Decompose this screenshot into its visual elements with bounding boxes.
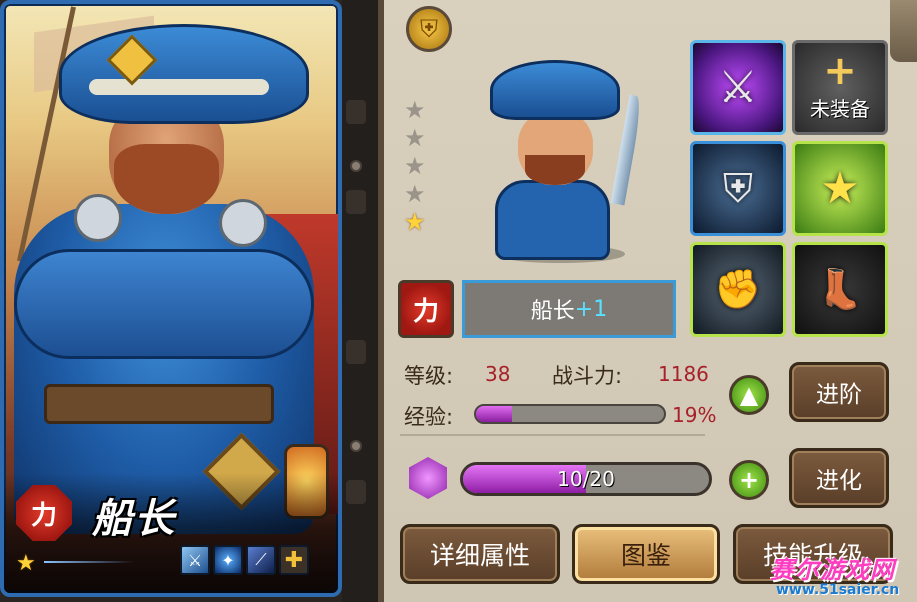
belt-art xyxy=(44,384,274,424)
strength-type-badge: 力 xyxy=(398,280,454,338)
rivet-icon xyxy=(350,160,362,172)
hero-detail-screen: 力 船长 ★ ⚔ ✦ ⟋ ✚ ⛨ ★ ★ ★ ★ ★ ⚔ + 未装备 ⛨ ★ ✊… xyxy=(0,0,917,602)
add-shards-button[interactable]: + xyxy=(729,460,769,500)
gauntlet-icon: ✊ xyxy=(714,267,762,311)
hero-chibi-model[interactable] xyxy=(470,40,660,263)
rivet-icon xyxy=(350,440,362,452)
star-empty-icon: ★ xyxy=(404,124,426,152)
power-label: 战斗力: xyxy=(552,364,623,388)
list-nub xyxy=(346,190,366,214)
equip-slot-empty[interactable]: + 未装备 xyxy=(792,40,888,135)
exp-label: 经验: xyxy=(404,405,454,429)
add-equipment-icon: + xyxy=(823,48,857,94)
exp-bar-fill xyxy=(476,406,512,422)
list-nub xyxy=(346,100,366,124)
equipment-grid: ⚔ + 未装备 ⛨ ★ ✊ 👢 xyxy=(690,40,888,337)
equip-slot-gloves[interactable]: ✊ xyxy=(690,242,786,337)
star-empty-icon: ★ xyxy=(404,152,426,180)
evolve-button[interactable]: 进化 xyxy=(789,448,889,508)
exp-bar xyxy=(474,404,666,424)
hero-hat-art xyxy=(59,24,309,124)
plus-icon[interactable]: ✚ xyxy=(279,545,309,575)
chibi-body-art xyxy=(495,180,610,260)
epaulet-left-art xyxy=(74,194,122,242)
level-value: 38 xyxy=(485,362,511,386)
star-filled-icon: ★ xyxy=(404,208,426,236)
watermark-url: www.51saier.cn xyxy=(776,582,900,598)
divider xyxy=(44,561,134,563)
chibi-beard-art xyxy=(525,155,585,185)
armor-icon[interactable]: ⛨ xyxy=(406,6,452,52)
exp-percent: 19% xyxy=(672,403,717,427)
tab-codex[interactable]: 图鉴 xyxy=(572,524,720,584)
hero-name: 船长 xyxy=(92,496,176,542)
star-empty-icon: ★ xyxy=(404,96,426,124)
panel-corner-tab[interactable] xyxy=(890,0,917,62)
list-nub xyxy=(346,340,366,364)
star-empty-icon: ★ xyxy=(404,180,426,208)
star-wand-icon: ★ xyxy=(820,163,860,214)
star-icon: ★ xyxy=(16,551,36,576)
hero-name-plate: 船长 +1 xyxy=(462,280,676,338)
sword-slash-icon[interactable]: ⚔ xyxy=(180,545,210,575)
twin-blade-icon[interactable]: ⟋ xyxy=(246,545,276,575)
plate-armor-icon: ⛨ xyxy=(723,165,753,212)
card-list-edge xyxy=(342,0,378,602)
epaulet-right-art xyxy=(219,199,267,247)
equip-slot-weapon[interactable]: ⚔ xyxy=(690,40,786,135)
site-watermark: 赛尔游戏网 www.51saier.cn xyxy=(770,550,917,602)
chibi-hat-art xyxy=(490,60,620,120)
boot-icon: 👢 xyxy=(816,267,864,311)
hero-beard-art xyxy=(114,144,219,214)
divider xyxy=(400,434,705,436)
watermark-title: 赛尔游戏网 xyxy=(770,556,895,584)
plus-level: +1 xyxy=(574,296,608,322)
crossed-swords-icon: ⚔ xyxy=(718,62,758,113)
hero-arms-art xyxy=(14,249,314,359)
list-nub xyxy=(346,480,366,504)
power-value: 1186 xyxy=(658,362,709,386)
hat-band-art xyxy=(89,79,269,95)
level-label: 等级: xyxy=(404,364,454,388)
blue-flame-icon[interactable]: ✦ xyxy=(213,545,243,575)
hero-name: 船长 xyxy=(530,299,575,324)
advance-button[interactable]: 进阶 xyxy=(789,362,889,422)
hero-portrait-card[interactable]: 力 船长 ★ ⚔ ✦ ⟋ ✚ xyxy=(0,0,342,597)
skill-icon-row: ⚔ ✦ ⟋ ✚ xyxy=(180,545,309,575)
upgrade-arrow-button[interactable]: ▲ xyxy=(729,375,769,415)
star-rating: ★ ★ ★ ★ ★ xyxy=(404,98,426,234)
evolution-progress-text: 10/20 xyxy=(557,467,615,491)
unequipped-label: 未装备 xyxy=(810,97,870,121)
equip-slot-accessory[interactable]: ★ xyxy=(792,141,888,236)
equip-slot-boots[interactable]: 👢 xyxy=(792,242,888,337)
tab-details[interactable]: 详细属性 xyxy=(400,524,560,584)
equip-slot-armor[interactable]: ⛨ xyxy=(690,141,786,236)
